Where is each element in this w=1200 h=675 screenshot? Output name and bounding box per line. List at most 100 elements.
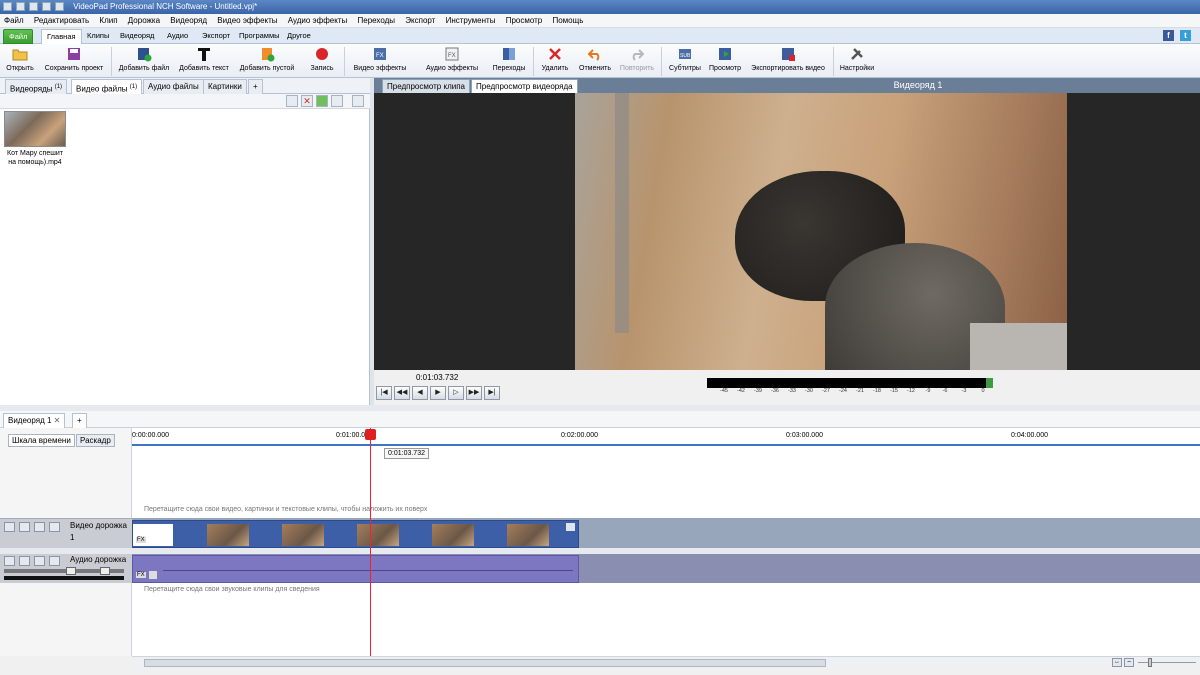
tab-sequence-preview[interactable]: Предпросмотр видеоряда <box>471 79 578 93</box>
tab-programs[interactable]: Программы <box>234 29 285 44</box>
volume-slider-handle[interactable] <box>66 567 76 575</box>
tab-images[interactable]: Картинки <box>203 79 247 94</box>
settings-button[interactable]: Настройки <box>836 46 878 77</box>
go-to-end-icon[interactable]: ▶| <box>484 386 500 400</box>
subtitles-button[interactable]: SUB Субтитры <box>664 46 706 77</box>
add-to-sequence-icon[interactable] <box>286 95 298 107</box>
menu-export[interactable]: Экспорт <box>401 14 439 28</box>
menu-edit[interactable]: Редактировать <box>30 14 93 28</box>
meter-tick: -36 <box>771 388 779 394</box>
save-icon[interactable] <box>42 2 51 11</box>
zoom-fit-icon[interactable]: ↔ <box>1112 658 1122 667</box>
audio-drop-area[interactable]: Перетащите сюда свои звуковые клипы для … <box>132 583 1200 656</box>
thumbnail-view-icon[interactable] <box>352 95 364 107</box>
track-visibility-icon[interactable] <box>4 522 15 532</box>
undo-icon[interactable] <box>55 2 64 11</box>
zoom-out-icon[interactable]: − <box>1124 658 1134 667</box>
add-bin-tab-button[interactable]: + <box>248 79 263 94</box>
speaker-icon[interactable] <box>19 556 30 566</box>
preview-button[interactable]: Просмотр <box>707 46 743 77</box>
save-project-button[interactable]: Сохранить проект <box>41 46 107 77</box>
open-folder-icon[interactable] <box>29 2 38 11</box>
scrollbar-thumb[interactable] <box>144 659 826 667</box>
video-effects-button[interactable]: FX Видео эффекты <box>346 46 414 77</box>
menu-audio-effects[interactable]: Аудио эффекты <box>284 14 352 28</box>
tab-video-files[interactable]: Видео файлы (1) <box>71 79 143 94</box>
close-icon[interactable]: ✕ <box>54 416 61 425</box>
open-button[interactable]: Открыть <box>2 46 38 77</box>
overlay-track-area[interactable]: Перетащите сюда свои видео, картинки и т… <box>132 446 1200 518</box>
tab-clips[interactable]: Клипы <box>82 29 114 44</box>
list-view-icon[interactable] <box>331 95 343 107</box>
track-visibility-icon[interactable] <box>4 556 15 566</box>
undo-button[interactable]: Отменить <box>576 46 614 77</box>
record-button[interactable]: Запись <box>302 46 342 77</box>
meter-tick: -33 <box>788 388 796 394</box>
add-text-button[interactable]: Добавить текст <box>175 46 233 77</box>
fx-label[interactable]: FX <box>136 537 146 543</box>
tab-audio[interactable]: Аудио <box>162 29 193 44</box>
storyboard-view-button[interactable]: Раскадр <box>76 434 115 447</box>
twitter-icon[interactable]: t <box>1180 30 1191 41</box>
speaker-icon[interactable] <box>149 571 157 579</box>
menu-tools[interactable]: Инструменты <box>442 14 500 28</box>
app-icon[interactable] <box>3 2 12 11</box>
track-lock-icon[interactable] <box>34 522 45 532</box>
timeline-ruler[interactable]: 0:00:00.000 0:01:00.000 0:02:00.000 0:03… <box>132 428 1200 446</box>
previous-clip-icon[interactable]: ◀◀ <box>394 386 410 400</box>
video-track[interactable]: FX <box>132 518 1200 548</box>
step-back-icon[interactable]: ◀ <box>412 386 428 400</box>
tab-sequences[interactable]: Видеоряды (1) <box>5 79 68 94</box>
timeline-view-button[interactable]: Шкала времени <box>8 434 75 447</box>
menu-file[interactable]: Файл <box>0 14 28 28</box>
tab-home[interactable]: Главная <box>41 29 82 44</box>
play-icon[interactable]: ▶ <box>430 386 446 400</box>
menu-transitions[interactable]: Переходы <box>354 14 400 28</box>
audio-clip[interactable]: FX <box>132 555 579 583</box>
add-blank-button[interactable]: Добавить пустой <box>236 46 298 77</box>
export-video-button[interactable]: Экспортировать видео <box>746 46 830 77</box>
track-options-icon[interactable] <box>49 522 60 532</box>
remove-icon[interactable]: ✕ <box>301 95 313 107</box>
next-clip-icon[interactable]: ▶▶ <box>466 386 482 400</box>
track-options-icon[interactable] <box>49 556 60 566</box>
add-file-button[interactable]: Добавить файл <box>116 46 172 77</box>
step-forward-icon[interactable]: ▷ <box>448 386 464 400</box>
redo-button[interactable]: Повторить <box>616 46 658 77</box>
audio-effects-button[interactable]: FX Аудио эффекты <box>417 46 487 77</box>
audio-track[interactable]: FX <box>132 554 1200 583</box>
video-clip[interactable]: FX <box>132 520 579 548</box>
facebook-icon[interactable]: f <box>1163 30 1174 41</box>
go-to-start-icon[interactable]: |◀ <box>376 386 392 400</box>
delete-button[interactable]: Удалить <box>537 46 573 77</box>
media-thumbnail[interactable] <box>4 111 66 147</box>
tab-export[interactable]: Экспорт <box>197 29 235 44</box>
add-sequence-tab-button[interactable]: + <box>72 413 87 428</box>
menu-help[interactable]: Помощь <box>548 14 587 28</box>
timeline-scrollbar[interactable]: ↔ − <box>132 656 1200 668</box>
transitions-button[interactable]: Переходы <box>489 46 529 77</box>
tab-clip-preview[interactable]: Предпросмотр клипа <box>382 79 470 93</box>
new-doc-icon[interactable] <box>16 2 25 11</box>
track-lock-icon[interactable] <box>34 556 45 566</box>
tab-audio-files[interactable]: Аудио файлы <box>143 79 204 94</box>
tab-sequence[interactable]: Видеоряд <box>115 29 159 44</box>
zoom-slider[interactable] <box>1138 662 1196 663</box>
menu-track[interactable]: Дорожка <box>124 14 164 28</box>
import-icon[interactable] <box>316 95 328 107</box>
menu-sequence[interactable]: Видеоряд <box>166 14 211 28</box>
menu-clip[interactable]: Клип <box>95 14 121 28</box>
zoom-slider-handle[interactable] <box>1148 658 1152 667</box>
playhead-handle[interactable] <box>365 429 376 440</box>
tab-file[interactable]: Файл <box>3 29 34 44</box>
video-frame[interactable] <box>575 93 1067 370</box>
clip-menu-icon[interactable] <box>566 523 575 531</box>
track-eye-icon[interactable] <box>19 522 30 532</box>
tab-sequence-1[interactable]: Видеоряд 1 ✕ <box>3 413 66 428</box>
pan-slider-handle[interactable] <box>100 567 110 575</box>
tab-other[interactable]: Другое <box>282 29 316 44</box>
media-file-name[interactable]: Кот Мару спешит на помощь).mp4 <box>0 149 70 167</box>
menu-view[interactable]: Просмотр <box>502 14 547 28</box>
fx-label[interactable]: FX <box>136 572 146 578</box>
menu-video-effects[interactable]: Видео эффекты <box>213 14 281 28</box>
